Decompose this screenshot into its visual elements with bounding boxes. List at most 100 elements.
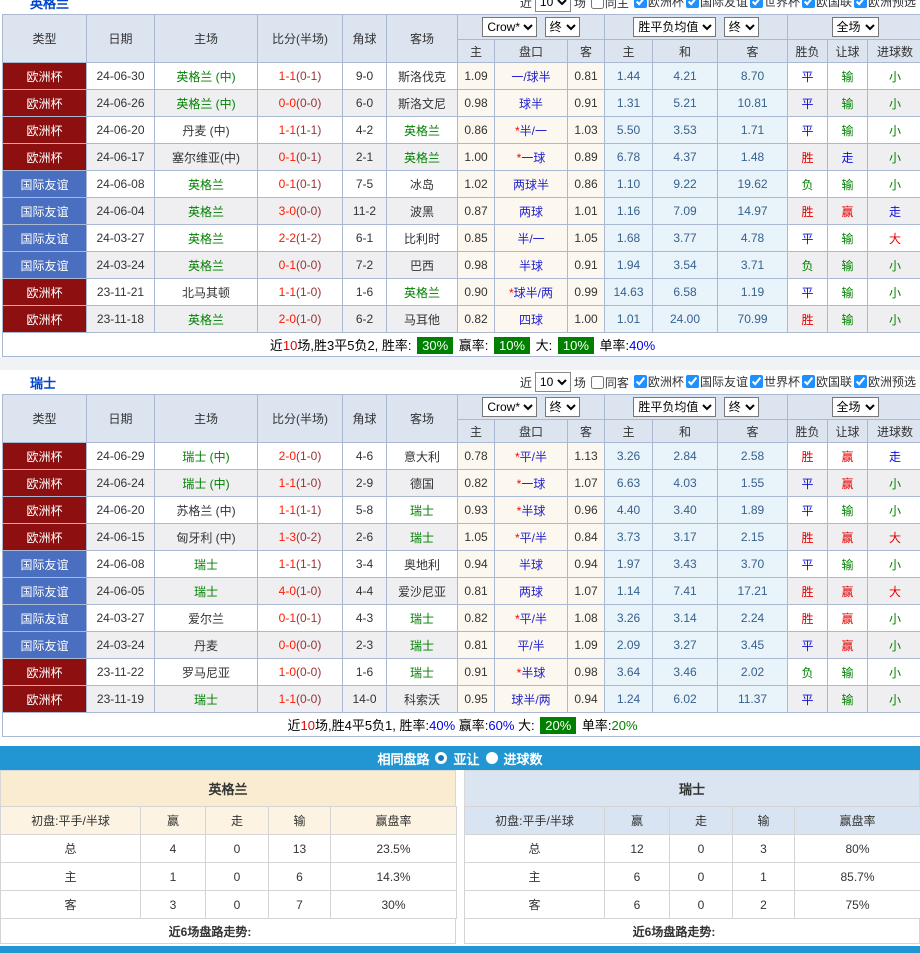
goals-radio[interactable] [486,752,498,764]
cell-avg-draw: 6.58 [653,279,718,306]
cell-score: 1-3(0-2) [258,524,343,551]
match-row: 欧洲杯 24-06-24 瑞士 (中) 1-1(1-0) 2-9 德国 0.82… [3,470,920,497]
bookmaker-select[interactable]: Crow* [482,397,537,417]
cell-home-odds: 0.95 [458,686,495,713]
cell-handicap-result: 赢 [828,524,868,551]
cell-away-odds: 1.09 [568,632,605,659]
cell-avg-home: 6.78 [605,144,653,171]
competition-checkbox[interactable] [802,375,815,388]
cell-avg-draw: 7.09 [653,198,718,225]
cell-home-team: 英格兰 (中) [155,90,258,117]
col-corner: 角球 [343,15,387,63]
cell-handicap: 两球 [495,198,568,225]
match-row: 欧洲杯 24-06-30 英格兰 (中) 1-1(0-1) 9-0 斯洛伐克 1… [3,63,920,90]
cell-competition: 欧洲杯 [3,306,87,333]
cell-home-team: 苏格兰 (中) [155,497,258,524]
same-venue-checkbox[interactable] [591,0,604,9]
competition-checkbox[interactable] [686,0,699,8]
book-period-select[interactable]: 终 [545,397,580,417]
england-road-trend: 近6场盘路走势: [0,919,456,944]
cell-home-team: 英格兰 [155,252,258,279]
cell-handicap: *一球 [495,144,568,171]
cell-away-team: 斯洛伐克 [387,63,458,90]
competition-label: 欧国联 [816,0,852,10]
cell-goals-result: 小 [868,144,920,171]
cell-home-team: 爱尔兰 [155,605,258,632]
cell-wdl-result: 平 [788,497,828,524]
col-home-odds: 主 [458,420,495,443]
cell-competition: 国际友谊 [3,578,87,605]
cell-corners: 11-2 [343,198,387,225]
cell-date: 23-11-19 [87,686,155,713]
road-win-rate: 75% [795,891,920,919]
cell-home-team: 瑞士 [155,578,258,605]
cell-away-odds: 0.94 [568,686,605,713]
competition-checkbox[interactable] [750,375,763,388]
cell-competition: 欧洲杯 [3,279,87,306]
same-venue-checkbox[interactable] [591,376,604,389]
cell-score: 3-0(0-0) [258,198,343,225]
same-road-bar: 相同盘路 亚让 进球数 [0,746,920,770]
summary-segment: 大: [532,338,556,353]
competition-checkbox[interactable] [634,0,647,8]
competition-checkbox[interactable] [634,375,647,388]
cell-away-odds: 0.84 [568,524,605,551]
competition-checkbox[interactable] [686,375,699,388]
match-row: 国际友谊 24-06-04 英格兰 3-0(0-0) 11-2 波黑 0.87 … [3,198,920,225]
avg-period-select[interactable]: 终 [724,17,759,37]
recent-count-select[interactable]: 10 [535,0,571,12]
road-win-count: 4 [141,835,206,863]
cell-avg-draw: 3.46 [653,659,718,686]
bookmaker-select[interactable]: Crow* [482,17,537,37]
cell-handicap: *平/半 [495,443,568,470]
summary-segment: 10 [283,338,297,353]
recent-count-select[interactable]: 10 [535,372,571,392]
road-col-win: 赢 [605,807,670,835]
road-row: 客 6 0 2 75% [465,891,920,919]
competition-checkbox[interactable] [854,375,867,388]
cell-competition: 欧洲杯 [3,144,87,171]
match-row: 国际友谊 24-03-24 丹麦 0-0(0-0) 2-3 瑞士 0.81 平/… [3,632,920,659]
match-row: 国际友谊 24-03-27 英格兰 2-2(1-2) 6-1 比利时 0.85 … [3,225,920,252]
same-venue-label: 同主 [605,0,629,11]
competition-checkbox[interactable] [802,0,815,8]
cell-avg-draw: 3.77 [653,225,718,252]
cell-avg-draw: 4.21 [653,63,718,90]
cell-score: 1-0(0-0) [258,659,343,686]
cell-handicap: *球半/两 [495,279,568,306]
cell-home-odds: 1.05 [458,524,495,551]
cell-competition: 国际友谊 [3,551,87,578]
cell-handicap-result: 赢 [828,198,868,225]
cell-goals-result: 小 [868,306,920,333]
cell-wdl-result: 平 [788,686,828,713]
cell-home-odds: 0.81 [458,578,495,605]
asian-handicap-radio[interactable] [435,752,447,764]
road-col-open: 初盘:平手/半球 [1,807,141,835]
match-row: 国际友谊 24-06-08 英格兰 0-1(0-1) 7-5 冰岛 1.02 两… [3,171,920,198]
swiss-title-link[interactable]: 瑞士 [30,373,56,392]
cell-away-team: 马耳他 [387,306,458,333]
cell-avg-home: 1.01 [605,306,653,333]
cell-avg-home: 14.63 [605,279,653,306]
england-title-link[interactable]: 英格兰 [30,0,69,12]
scope-select[interactable]: 全场 [832,397,879,417]
scope-select[interactable]: 全场 [832,17,879,37]
swiss-summary: 近10场,胜4平5负1, 胜率:40% 赢率:60% 大: 20% 单率:20% [3,713,920,737]
cell-date: 24-06-26 [87,90,155,117]
match-row: 欧洲杯 24-06-20 丹麦 (中) 1-1(1-1) 4-2 英格兰 0.8… [3,117,920,144]
cell-avg-home: 6.63 [605,470,653,497]
competition-label: 欧洲杯 [648,0,684,10]
cell-away-odds: 1.07 [568,470,605,497]
cell-avg-away: 1.71 [718,117,788,144]
avg-odds-select[interactable]: 胜平负均值 [633,17,716,37]
competition-label: 国际友谊 [700,373,748,390]
road-col-lose: 输 [733,807,795,835]
competition-checkbox[interactable] [750,0,763,8]
road-col-lose: 输 [269,807,331,835]
england-summary: 近10场,胜3平5负2, 胜率: 30% 赢率: 10% 大: 10% 单率:4… [3,333,920,357]
cell-home-odds: 1.02 [458,171,495,198]
book-period-select[interactable]: 终 [545,17,580,37]
competition-checkbox[interactable] [854,0,867,8]
avg-odds-select[interactable]: 胜平负均值 [633,397,716,417]
avg-period-select[interactable]: 终 [724,397,759,417]
